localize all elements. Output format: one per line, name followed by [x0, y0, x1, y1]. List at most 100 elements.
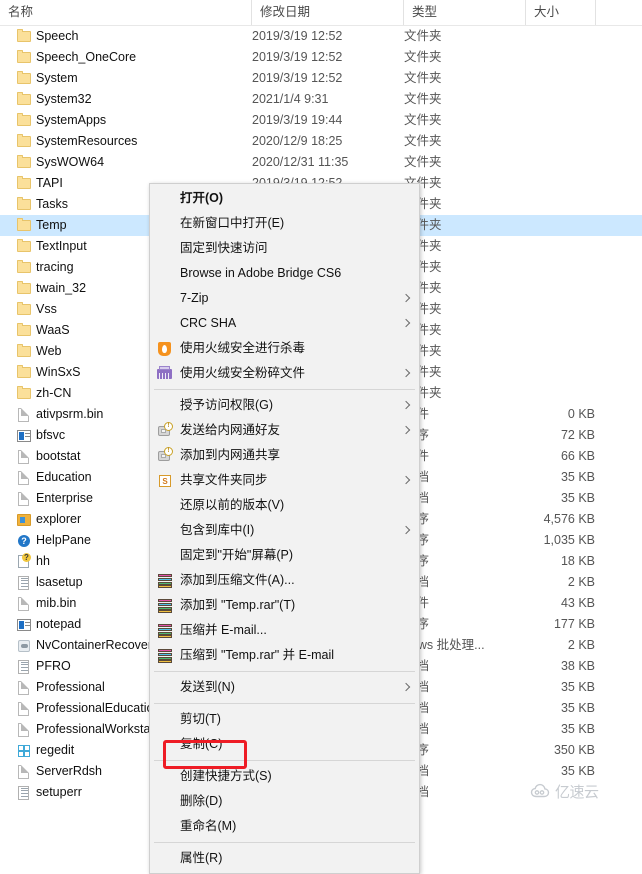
- context-menu-item[interactable]: 重命名(M): [150, 814, 419, 839]
- context-menu-item[interactable]: 创建快捷方式(S): [150, 764, 419, 789]
- file-icon: [18, 492, 29, 506]
- context-menu-item-label: 发送到(N): [180, 680, 235, 694]
- file-icon: [18, 765, 29, 779]
- file-name-text: Tasks: [36, 197, 68, 211]
- context-menu-item-label: 删除(D): [180, 794, 223, 808]
- table-row[interactable]: SystemResources 2020/12/9 18:25 文件夹: [0, 131, 642, 152]
- context-menu-item[interactable]: 在新窗口中打开(E): [150, 211, 419, 236]
- context-menu-item[interactable]: S 共享文件夹同步: [150, 468, 419, 493]
- file-name-text: ServerRdsh: [36, 764, 102, 778]
- context-menu-item-label: 固定到快速访问: [180, 241, 268, 255]
- context-menu-item[interactable]: CRC SHA: [150, 311, 419, 336]
- file-name-text: explorer: [36, 512, 82, 526]
- context-menu-item-label: 7-Zip: [180, 291, 209, 305]
- context-menu-item-label: 使用火绒安全进行杀毒: [180, 341, 306, 355]
- context-menu-item[interactable]: 使用火绒安全进行杀毒: [150, 336, 419, 361]
- table-row[interactable]: System 2019/3/19 12:52 文件夹: [0, 68, 642, 89]
- column-header-name[interactable]: 名称: [0, 0, 252, 25]
- file-name-text: Speech: [36, 29, 79, 43]
- column-header-type[interactable]: 类型: [404, 0, 526, 25]
- file-type-cell: 文件夹: [404, 260, 442, 274]
- context-menu-item[interactable]: 添加到压缩文件(A)...: [150, 568, 419, 593]
- table-row[interactable]: SystemApps 2019/3/19 19:44 文件夹: [0, 110, 642, 131]
- file-icon: [18, 702, 29, 716]
- file-type-cell: 文件夹: [404, 218, 442, 232]
- file-name-text: PFRO: [36, 659, 71, 673]
- context-menu-item[interactable]: 发送给内网通好友: [150, 418, 419, 443]
- file-size-cell: 66 KB: [560, 449, 595, 463]
- context-menu-item[interactable]: 添加到 "Temp.rar"(T): [150, 593, 419, 618]
- file-name-text: Web: [36, 344, 62, 358]
- file-icon: [18, 597, 29, 611]
- table-row[interactable]: System32 2021/1/4 9:31 文件夹: [0, 89, 642, 110]
- context-menu-item[interactable]: 发送到(N): [150, 675, 419, 700]
- file-name-text: setuperr: [36, 785, 82, 799]
- table-row[interactable]: Speech_OneCore 2019/3/19 12:52 文件夹: [0, 47, 642, 68]
- context-menu[interactable]: 打开(O) 在新窗口中打开(E) 固定到快速访问 Browse in Adobe Br…: [149, 183, 420, 874]
- chevron-right-icon: [401, 368, 411, 377]
- file-type-cell: 文件夹: [404, 176, 442, 190]
- help-icon: ?: [18, 535, 30, 547]
- context-menu-item[interactable]: 还原以前的版本(V): [150, 493, 419, 518]
- chevron-right-icon: [401, 425, 411, 434]
- file-icon: [18, 408, 29, 422]
- file-name-text: ativpsrm.bin: [36, 407, 104, 421]
- file-icon: [18, 450, 29, 464]
- file-type-cell: 文件夹: [404, 155, 442, 169]
- column-header-date-modified[interactable]: 修改日期: [252, 0, 404, 25]
- huorong-shield-icon: [158, 341, 171, 356]
- context-menu-item-label: 压缩到 "Temp.rar" 并 E-mail: [180, 648, 335, 662]
- folder-icon: [17, 29, 31, 42]
- folder-icon: [17, 71, 31, 84]
- context-menu-item[interactable]: 使用火绒安全粉碎文件: [150, 361, 419, 386]
- folder-icon: [17, 197, 31, 210]
- context-menu-item[interactable]: 复制(C): [150, 732, 419, 757]
- file-type-cell: 文档: [404, 782, 522, 803]
- context-menu-item-label: 还原以前的版本(V): [180, 498, 285, 512]
- text-document-icon: [18, 786, 29, 800]
- file-name-cell: System: [16, 68, 246, 89]
- batch-script-icon: [18, 640, 30, 652]
- context-menu-item[interactable]: 授予访问权限(G): [150, 393, 419, 418]
- folder-icon: [17, 155, 31, 168]
- file-type-cell: 文件夹: [404, 71, 442, 85]
- context-menu-item[interactable]: 固定到"开始"屏幕(P): [150, 543, 419, 568]
- context-menu-item[interactable]: 删除(D): [150, 789, 419, 814]
- context-menu-item-label: 添加到 "Temp.rar"(T): [180, 598, 296, 612]
- network-share-icon: [158, 421, 173, 436]
- file-name-text: Temp: [36, 218, 67, 232]
- file-name-text: System: [36, 71, 78, 85]
- context-menu-item-label: 在新窗口中打开(E): [180, 216, 285, 230]
- context-menu-item[interactable]: 固定到快速访问: [150, 236, 419, 261]
- file-date-cell: 2019/3/19 19:44: [252, 113, 343, 127]
- context-menu-item-label: 使用火绒安全粉碎文件: [180, 366, 306, 380]
- table-row[interactable]: Speech 2019/3/19 12:52 文件夹: [0, 26, 642, 47]
- registry-editor-icon: [18, 745, 30, 757]
- file-size-cell: 18 KB: [560, 554, 595, 568]
- file-size-cell: 0 KB: [567, 407, 595, 421]
- context-menu-item[interactable]: 压缩到 "Temp.rar" 并 E-mail: [150, 643, 419, 668]
- file-name-text: twain_32: [36, 281, 87, 295]
- context-menu-item[interactable]: 添加到内网通共享: [150, 443, 419, 468]
- file-name-text: NvContainerRecovery: [36, 638, 159, 652]
- file-name-cell: SystemApps: [16, 110, 246, 131]
- context-menu-item[interactable]: 属性(R): [150, 846, 419, 871]
- column-header-size[interactable]: 大小: [526, 0, 596, 25]
- file-type-cell: 文件夹: [404, 281, 442, 295]
- context-menu-item[interactable]: 包含到库中(I): [150, 518, 419, 543]
- context-menu-item[interactable]: 压缩并 E-mail...: [150, 618, 419, 643]
- context-menu-item[interactable]: 7-Zip: [150, 286, 419, 311]
- file-name-text: zh-CN: [36, 386, 72, 400]
- context-menu-item[interactable]: 剪切(T): [150, 707, 419, 732]
- context-menu-item[interactable]: Browse in Adobe Bridge CS6: [150, 261, 419, 286]
- file-size-cell: 177 KB: [553, 617, 595, 631]
- file-name-text: TextInput: [36, 239, 87, 253]
- file-date-cell: 2021/1/4 9:31: [252, 92, 329, 106]
- context-menu-item-label: CRC SHA: [180, 316, 237, 330]
- file-name-cell: Speech: [16, 26, 246, 47]
- context-menu-item-label: 属性(R): [180, 851, 223, 865]
- file-date-cell: 2019/3/19 12:52: [252, 71, 343, 85]
- file-name-text: regedit: [36, 743, 75, 757]
- table-row[interactable]: SysWOW64 2020/12/31 11:35 文件夹: [0, 152, 642, 173]
- context-menu-item[interactable]: 打开(O): [150, 186, 419, 211]
